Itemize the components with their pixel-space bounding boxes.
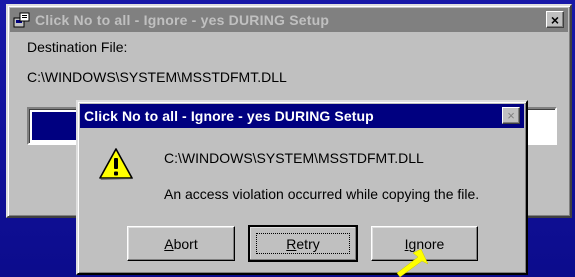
- abort-button[interactable]: Abort: [127, 226, 235, 261]
- dialog-close-button[interactable]: ×: [502, 107, 520, 124]
- abort-button-label: Abort: [164, 236, 197, 252]
- focus-rectangle: [256, 233, 350, 254]
- error-message: An access violation occurred while copyi…: [164, 186, 480, 202]
- warning-icon: [99, 148, 133, 180]
- retry-button[interactable]: Retry: [248, 225, 358, 262]
- abort-mnemonic: A: [164, 235, 174, 252]
- access-violation-dialog: Click No to all - Ignore - yes DURING Se…: [76, 100, 528, 275]
- setup-window-titlebar[interactable]: Click No to all - Ignore - yes DURING Se…: [10, 8, 568, 32]
- error-file-path: C:\WINDOWS\SYSTEM\MSSTDFMT.DLL: [164, 150, 424, 166]
- destination-file-path: C:\WINDOWS\SYSTEM\MSSTDFMT.DLL: [27, 69, 287, 85]
- close-icon: ×: [550, 11, 560, 28]
- close-icon: ×: [507, 108, 515, 123]
- setup-app-icon: [13, 12, 30, 28]
- arrow-pointer-icon: [396, 248, 428, 277]
- destination-file-label: Destination File:: [27, 39, 128, 55]
- setup-window-title: Click No to all - Ignore - yes DURING Se…: [35, 12, 330, 28]
- setup-window-close-button[interactable]: ×: [546, 11, 564, 28]
- dialog-titlebar[interactable]: Click No to all - Ignore - yes DURING Se…: [80, 104, 524, 128]
- dialog-title: Click No to all - Ignore - yes DURING Se…: [84, 108, 374, 124]
- abort-label-rest: bort: [173, 235, 198, 252]
